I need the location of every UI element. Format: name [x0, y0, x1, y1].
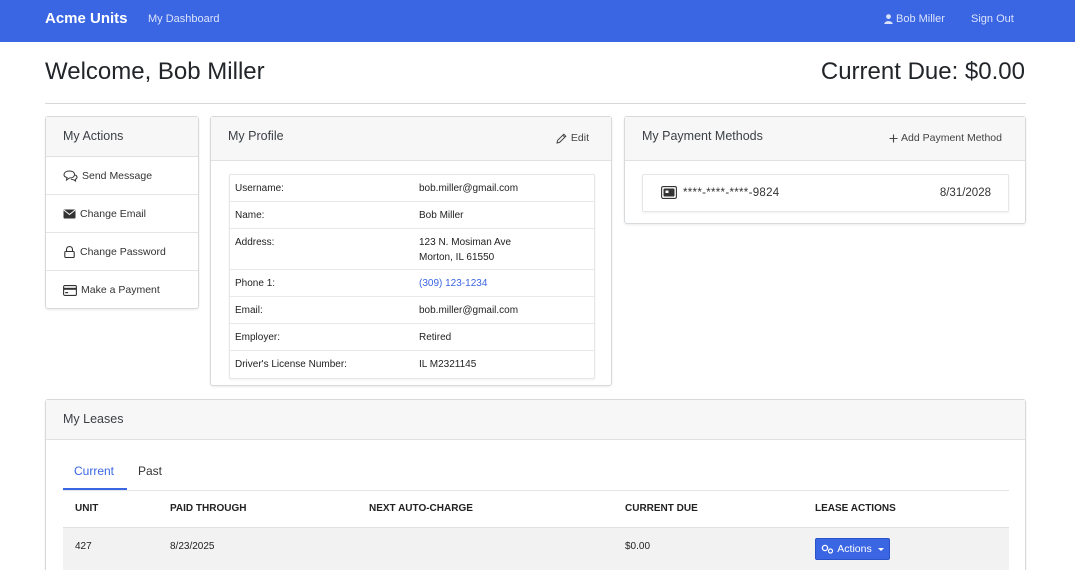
nav-user-link[interactable]: Bob Miller: [884, 13, 945, 25]
column-header-lease-actions: LEASE ACTIONS: [815, 503, 896, 514]
lock-icon: [64, 245, 75, 258]
column-header-next-auto-charge: NEXT AUTO-CHARGE: [369, 503, 473, 514]
profile-row-employer: Employer: Retired: [230, 324, 594, 351]
table-header-row: UNIT PAID THROUGH NEXT AUTO-CHARGE CURRE…: [63, 490, 1009, 528]
change-email-label: Change Email: [80, 207, 146, 220]
header-divider: [45, 103, 1026, 104]
chevron-down-icon: [877, 547, 884, 551]
plus-icon: [889, 134, 898, 142]
profile-row-license: Driver's License Number: IL M2321145: [230, 351, 594, 378]
email-value: bob.miller@gmail.com: [419, 305, 519, 316]
phone-label: Phone 1:: [235, 278, 276, 289]
payment-methods-card: My Payment Methods Add Payment Method **…: [624, 116, 1026, 224]
my-profile-card: My Profile Edit Username: bob.miller@gma…: [210, 116, 612, 386]
credit-card-icon: [63, 284, 77, 296]
send-message-label: Send Message: [82, 169, 153, 182]
make-payment-label: Make a Payment: [81, 284, 160, 296]
employer-value: Retired: [419, 332, 452, 343]
profile-row-email: Email: bob.miller@gmail.com: [230, 297, 594, 324]
welcome-heading: Welcome, Bob Miller: [45, 58, 265, 85]
address-label: Address:: [235, 237, 275, 248]
top-navbar: Acme Units My Dashboard Bob Miller Sign …: [0, 0, 1075, 42]
my-actions-card: My Actions Send Message Change Email Cha…: [45, 116, 199, 309]
sign-out-link[interactable]: Sign Out: [971, 13, 1014, 25]
nav-dashboard-link[interactable]: My Dashboard: [148, 13, 220, 25]
license-label: Driver's License Number:: [235, 359, 347, 370]
address-line-2: Morton, IL 61550: [419, 252, 495, 263]
username-label: Username:: [235, 183, 284, 194]
table-row: 427 8/23/2025 $0.00 Actions: [63, 528, 1009, 570]
chat-icon: [63, 169, 78, 182]
phone-link[interactable]: (309) 123-1234: [419, 276, 487, 291]
lease-actions-label: Actions: [837, 543, 872, 555]
profile-row-phone: Phone 1: (309) 123-1234: [230, 270, 594, 297]
current-due-heading: Current Due: $0.00: [820, 58, 1025, 85]
brand-logo[interactable]: Acme Units: [45, 10, 128, 27]
column-header-paid-through: PAID THROUGH: [170, 503, 247, 514]
license-value: IL M2321145: [419, 359, 477, 370]
profile-row-name: Name: Bob Miller: [230, 202, 594, 229]
address-value: 123 N. Mosiman Ave Morton, IL 61550: [419, 235, 511, 265]
email-label: Email:: [235, 305, 263, 316]
column-header-unit: UNIT: [75, 503, 99, 514]
edit-label: Edit: [570, 132, 589, 144]
send-message-action[interactable]: Send Message: [46, 157, 198, 195]
tab-past[interactable]: Past: [138, 464, 162, 478]
card-number: ****-****-****-9824: [683, 187, 780, 199]
column-header-current-due: CURRENT DUE: [625, 503, 698, 514]
pencil-icon: [556, 132, 567, 144]
card-expiry: 8/31/2028: [939, 187, 991, 199]
edit-profile-button[interactable]: Edit: [556, 132, 589, 144]
leases-table: UNIT PAID THROUGH NEXT AUTO-CHARGE CURRE…: [63, 490, 1009, 570]
my-leases-card: My Leases Current Past UNIT PAID THROUGH…: [45, 399, 1026, 570]
my-leases-title: My Leases: [63, 412, 124, 426]
change-email-action[interactable]: Change Email: [46, 195, 198, 233]
current-due-cell: $0.00: [625, 541, 651, 552]
make-payment-action[interactable]: Make a Payment: [46, 271, 198, 309]
payment-method-item[interactable]: ****-****-****-9824 8/31/2028: [642, 174, 1009, 212]
user-icon: [884, 14, 893, 24]
username-value: bob.miller@gmail.com: [419, 183, 519, 194]
employer-label: Employer:: [235, 332, 281, 343]
profile-row-address: Address: 123 N. Mosiman Ave Morton, IL 6…: [230, 229, 594, 270]
tab-current[interactable]: Current: [74, 464, 114, 478]
change-password-label: Change Password: [80, 245, 166, 258]
paid-through-cell: 8/23/2025: [170, 541, 215, 552]
nav-user-name: Bob Miller: [896, 13, 945, 25]
name-label: Name:: [235, 210, 265, 221]
my-actions-title: My Actions: [63, 129, 124, 143]
unit-cell: 427: [75, 541, 92, 552]
my-leases-header: My Leases: [46, 400, 1025, 440]
name-value: Bob Miller: [419, 210, 464, 221]
lease-actions-dropdown-button[interactable]: Actions: [815, 538, 890, 560]
profile-row-username: Username: bob.miller@gmail.com: [230, 175, 594, 202]
gears-icon: [822, 544, 834, 554]
change-password-action[interactable]: Change Password: [46, 233, 198, 271]
payment-methods-title: My Payment Methods: [642, 129, 763, 143]
address-line-1: 123 N. Mosiman Ave: [419, 237, 512, 248]
my-actions-header: My Actions: [46, 117, 198, 157]
add-payment-method-button[interactable]: Add Payment Method: [889, 132, 1002, 144]
envelope-icon: [63, 209, 76, 218]
payment-methods-header: My Payment Methods Add Payment Method: [625, 117, 1025, 161]
add-payment-method-label: Add Payment Method: [901, 132, 1002, 144]
my-profile-title: My Profile: [228, 129, 284, 143]
profile-details-table: Username: bob.miller@gmail.com Name: Bob…: [229, 174, 595, 379]
my-profile-header: My Profile Edit: [211, 117, 611, 161]
credit-card-icon: [661, 186, 677, 199]
